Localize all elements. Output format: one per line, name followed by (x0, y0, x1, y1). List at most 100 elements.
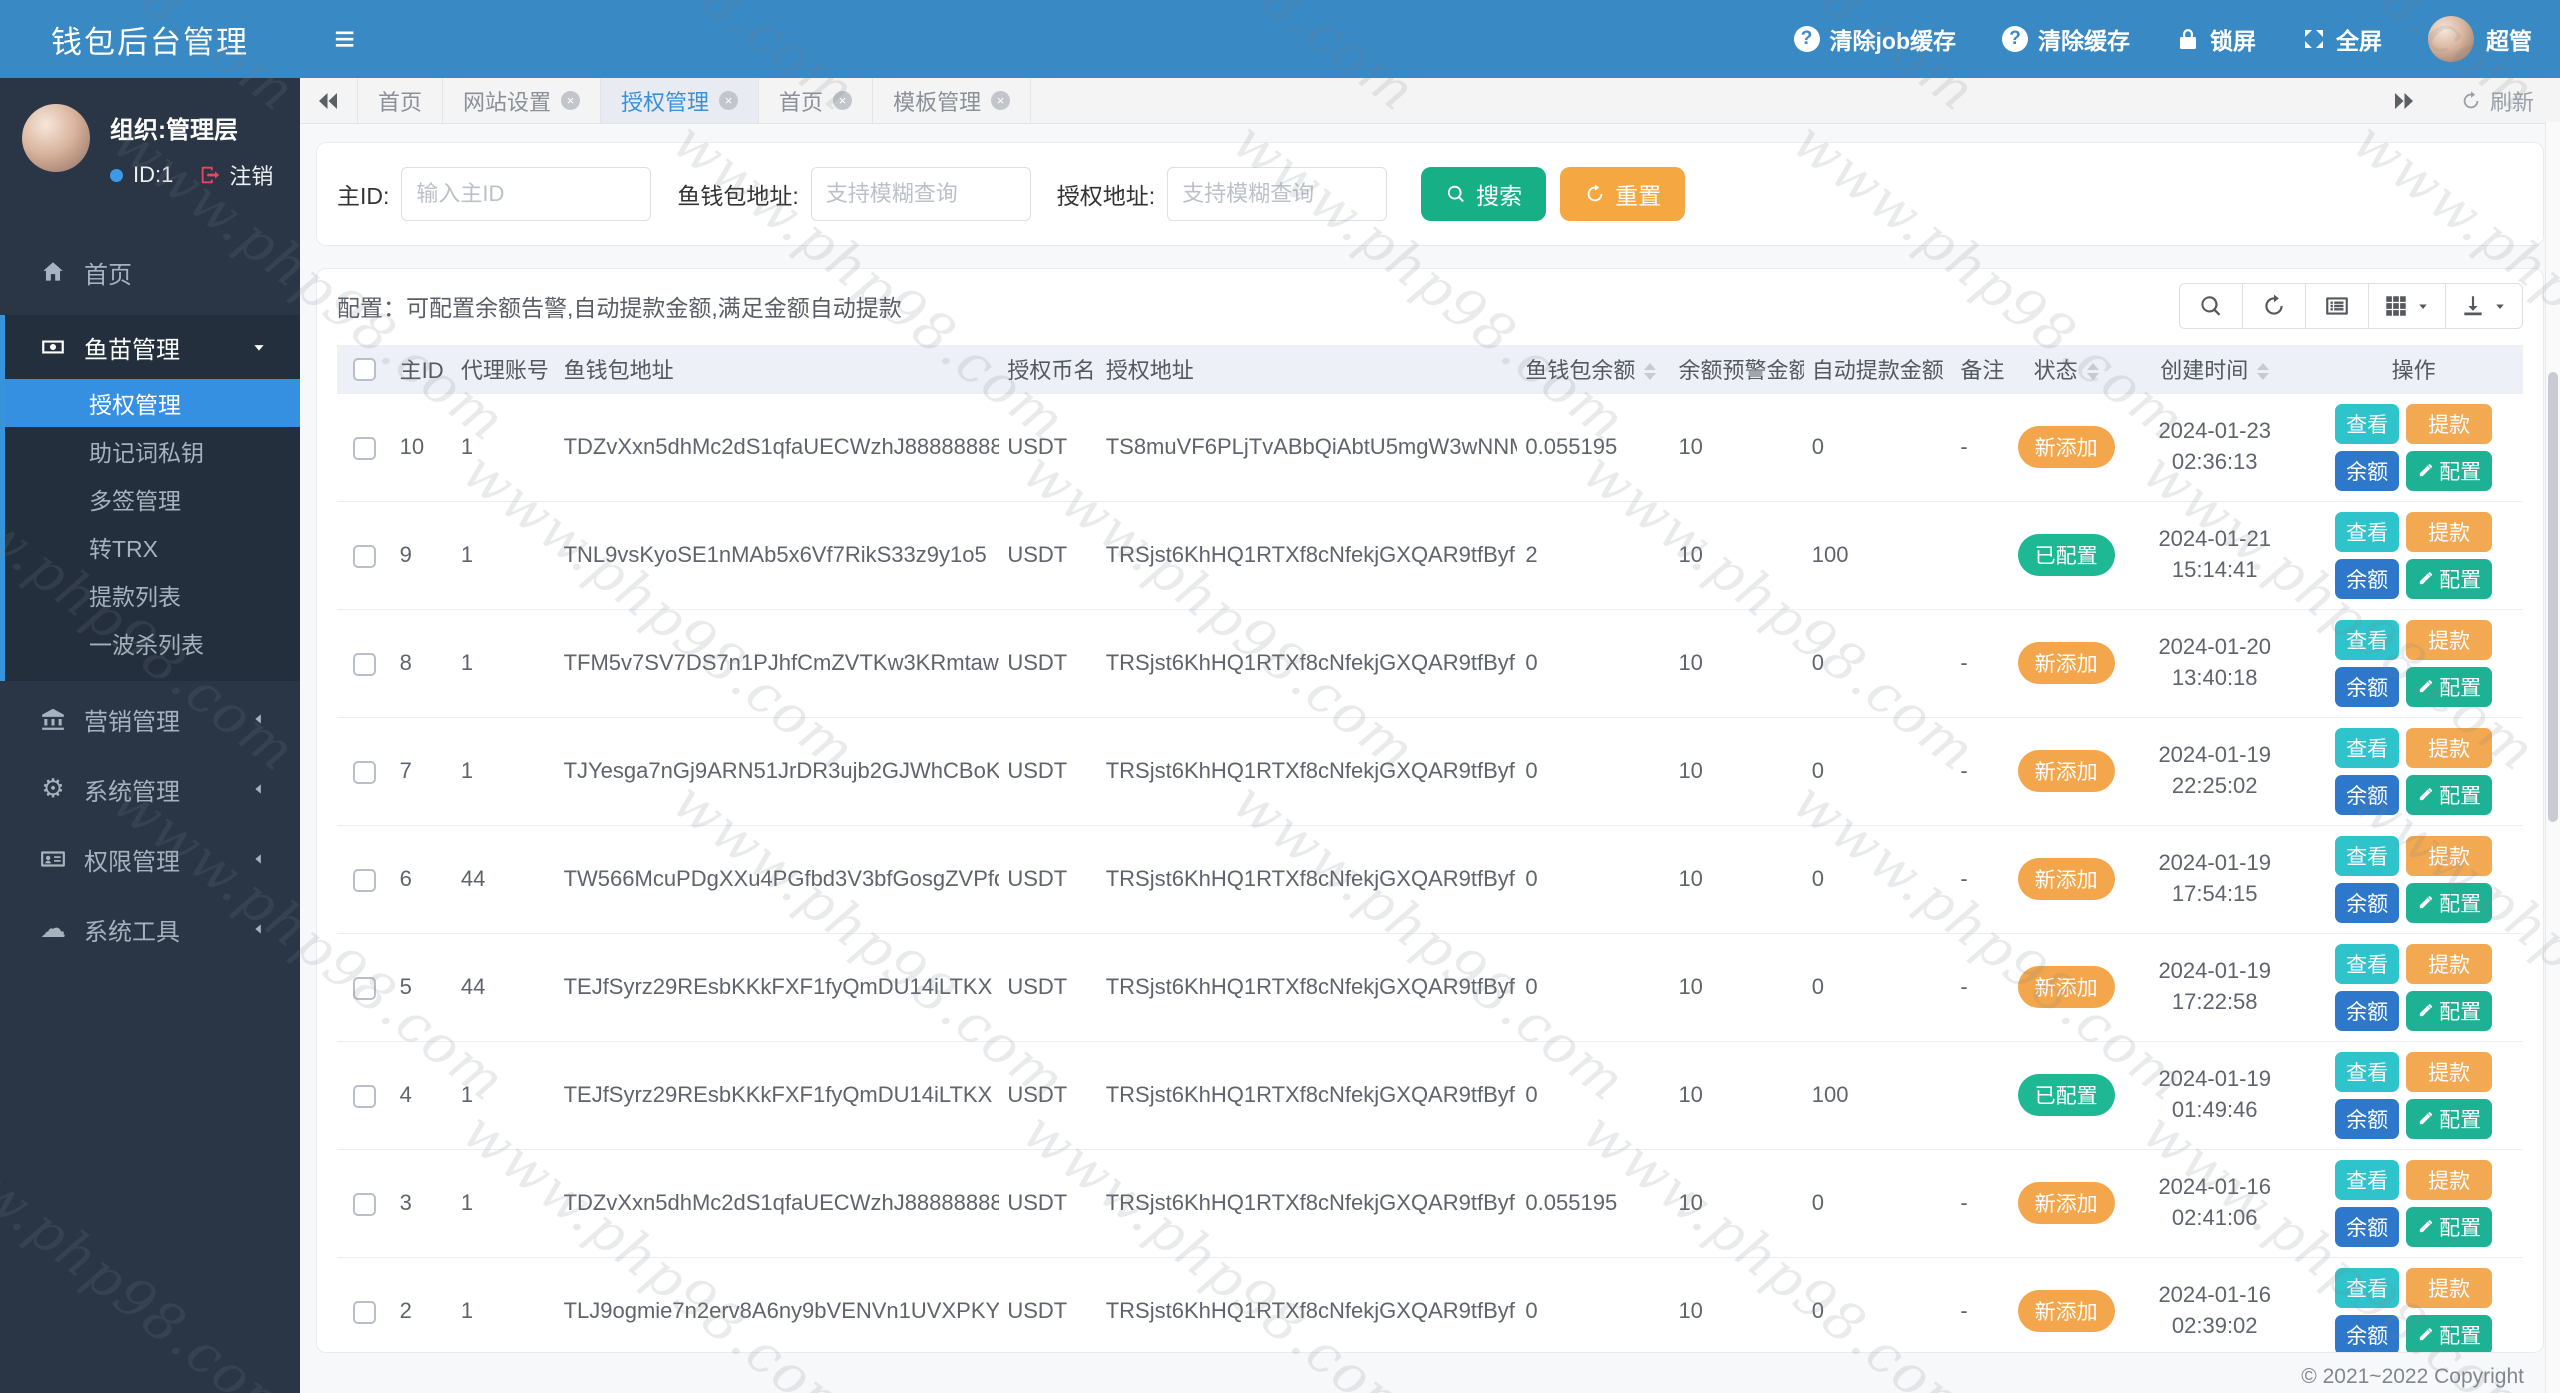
close-icon[interactable]: × (561, 91, 581, 110)
reset-button[interactable]: 重置 (1560, 167, 1686, 221)
sidebar-item-5[interactable]: ☁ 系统工具 (0, 897, 300, 961)
config-button[interactable]: 配置 (2406, 1314, 2493, 1352)
row-checkbox[interactable] (352, 868, 376, 892)
cell-remark: - (1952, 932, 2008, 1041)
tab-1[interactable]: 网站设置 × (443, 78, 602, 123)
tabs-scroll-left-icon[interactable] (300, 78, 358, 123)
sidebar-item-0[interactable]: 首页 (0, 243, 300, 301)
logout-button[interactable]: 注销 (199, 159, 273, 191)
sidebar-group-header-1[interactable]: 鱼苗管理 (5, 315, 300, 379)
close-icon[interactable]: × (991, 91, 1011, 110)
balance-button[interactable]: 余额 (2335, 450, 2400, 491)
cell-wallet: TW566McuPDgXXu4PGfbd3V3bfGosgZVPfq (555, 824, 1000, 933)
balance-button[interactable]: 余额 (2335, 882, 2400, 923)
tabs-scroll-right-icon[interactable] (2374, 89, 2432, 113)
view-button[interactable]: 查看 (2335, 1051, 2400, 1092)
sort-icon[interactable] (2257, 363, 2270, 381)
row-checkbox[interactable] (352, 1084, 376, 1108)
config-button[interactable]: 配置 (2406, 666, 2493, 707)
balance-button[interactable]: 余额 (2335, 558, 2400, 599)
table-toggle-button[interactable] (2305, 283, 2369, 329)
row-checkbox[interactable] (352, 976, 376, 1000)
withdraw-button[interactable]: 提款 (2406, 403, 2493, 444)
sidebar-subitem-0[interactable]: 授权管理 (5, 379, 300, 427)
close-icon[interactable]: × (719, 91, 739, 110)
col-actions: 操作 (2304, 345, 2523, 393)
table-refresh-button[interactable] (2242, 283, 2306, 329)
withdraw-button[interactable]: 提款 (2406, 619, 2493, 660)
config-button[interactable]: 配置 (2406, 1206, 2493, 1247)
balance-button[interactable]: 余额 (2335, 1098, 2400, 1139)
sidebar-subitem-1[interactable]: 助记词私钥 (5, 427, 300, 475)
tab-3[interactable]: 首页 × (759, 78, 874, 123)
view-button[interactable]: 查看 (2335, 835, 2400, 876)
config-button[interactable]: 配置 (2406, 774, 2493, 815)
row-checkbox[interactable] (352, 760, 376, 784)
balance-button[interactable]: 余额 (2335, 774, 2400, 815)
search-button[interactable]: 搜索 (1421, 167, 1547, 221)
close-icon[interactable]: × (833, 91, 853, 110)
topbar-user[interactable]: 超管 (2428, 16, 2532, 62)
sidebar-subitem-3[interactable]: 转TRX (5, 523, 300, 571)
withdraw-button[interactable]: 提款 (2406, 511, 2493, 552)
filter-input-2[interactable] (1167, 167, 1388, 221)
filter-input-0[interactable] (401, 167, 652, 221)
sidebar-item-2[interactable]: 营销管理 (0, 687, 300, 751)
table-search-button[interactable] (2179, 283, 2243, 329)
withdraw-button[interactable]: 提款 (2406, 727, 2493, 768)
config-button[interactable]: 配置 (2406, 882, 2493, 923)
sidebar-item-4[interactable]: 权限管理 (0, 827, 300, 891)
view-button[interactable]: 查看 (2335, 943, 2400, 984)
action-label: 余额 (2346, 892, 2389, 916)
clear-job-cache-button[interactable]: ? 清除job缓存 (1793, 22, 1956, 56)
view-button[interactable]: 查看 (2335, 1159, 2400, 1200)
row-checkbox[interactable] (352, 1192, 376, 1216)
withdraw-button[interactable]: 提款 (2406, 1051, 2493, 1092)
sort-icon[interactable] (1644, 363, 1657, 381)
sidebar-subitem-4[interactable]: 提款列表 (5, 571, 300, 619)
withdraw-button[interactable]: 提款 (2406, 1159, 2493, 1200)
balance-button[interactable]: 余额 (2335, 1206, 2400, 1247)
select-all-checkbox[interactable] (352, 358, 376, 382)
hamburger-icon[interactable]: ≡ (334, 21, 355, 57)
scrollbar-thumb[interactable] (2548, 372, 2558, 822)
edit-icon (2417, 1326, 2434, 1343)
withdraw-button[interactable]: 提款 (2406, 1267, 2493, 1308)
table-export-button[interactable] (2445, 283, 2523, 329)
view-button[interactable]: 查看 (2335, 727, 2400, 768)
sidebar-subitem-2[interactable]: 多签管理 (5, 475, 300, 523)
tab-4[interactable]: 模板管理 × (873, 78, 1032, 123)
scrollbar-track[interactable] (2545, 122, 2560, 1393)
config-button[interactable]: 配置 (2406, 558, 2493, 599)
row-checkbox[interactable] (352, 544, 376, 568)
filter-input-1[interactable] (810, 167, 1031, 221)
table-columns-button[interactable] (2368, 283, 2446, 329)
balance-button[interactable]: 余额 (2335, 666, 2400, 707)
sidebar-item-3[interactable]: ⚙ 系统管理 (0, 757, 300, 821)
action-label: 余额 (2346, 676, 2389, 700)
balance-button[interactable]: 余额 (2335, 1314, 2400, 1352)
tab-0[interactable]: 首页 (358, 78, 444, 123)
config-button[interactable]: 配置 (2406, 990, 2493, 1031)
sidebar-subitem-5[interactable]: 一波杀列表 (5, 619, 300, 667)
tab-refresh-button[interactable]: 刷新 (2460, 85, 2534, 117)
view-button[interactable]: 查看 (2335, 403, 2400, 444)
withdraw-button[interactable]: 提款 (2406, 943, 2493, 984)
view-button[interactable]: 查看 (2335, 511, 2400, 552)
col-label-status: 状态 (2033, 357, 2078, 383)
row-checkbox[interactable] (352, 436, 376, 460)
clear-cache-button[interactable]: ? 清除缓存 (2002, 22, 2130, 56)
row-checkbox[interactable] (352, 652, 376, 676)
view-button[interactable]: 查看 (2335, 619, 2400, 660)
view-button[interactable]: 查看 (2335, 1267, 2400, 1308)
config-button[interactable]: 配置 (2406, 1098, 2493, 1139)
fullscreen-button[interactable]: 全屏 (2302, 22, 2382, 56)
action-label: 配置 (2439, 1000, 2482, 1024)
withdraw-button[interactable]: 提款 (2406, 835, 2493, 876)
lock-screen-button[interactable]: 锁屏 (2176, 22, 2256, 56)
sort-icon[interactable] (2086, 363, 2099, 381)
balance-button[interactable]: 余额 (2335, 990, 2400, 1031)
config-button[interactable]: 配置 (2406, 450, 2493, 491)
row-checkbox[interactable] (352, 1300, 376, 1324)
tab-2[interactable]: 授权管理 × (601, 78, 760, 123)
